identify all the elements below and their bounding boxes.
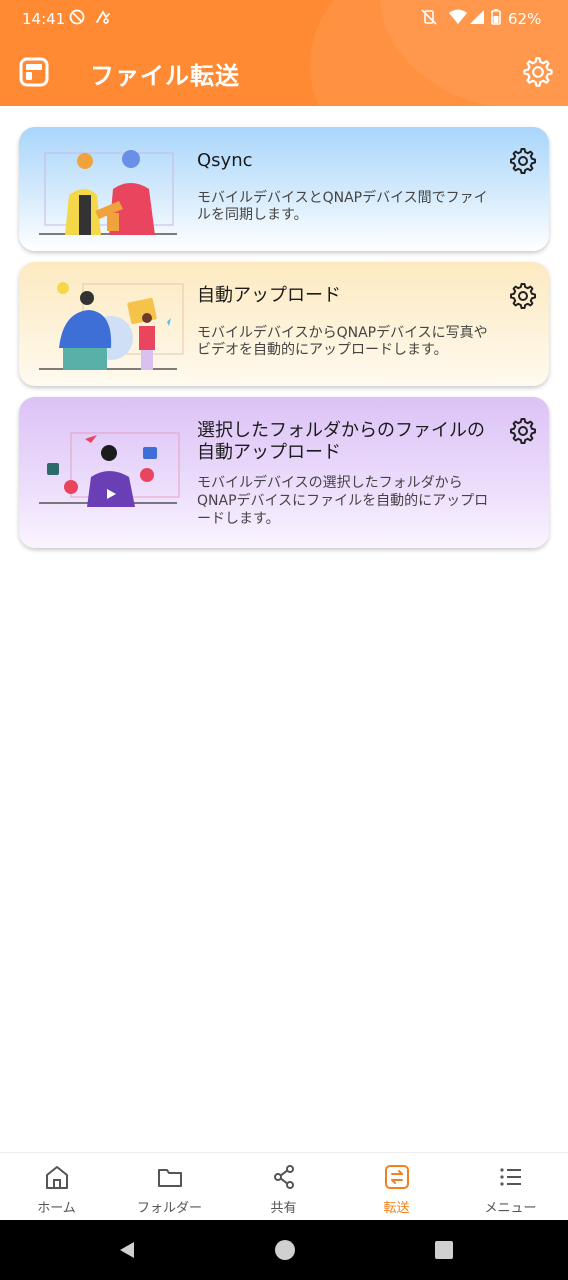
wifi-icon (449, 9, 467, 24)
bottom-navigation: ホーム フォルダー 共有 転送 メニュー (0, 1152, 568, 1220)
auto-upload-description-line2: ビデオを自動的にアップロードします。 (197, 342, 448, 358)
qsync-description-line2: ルを同期します。 (197, 207, 308, 223)
settings-gear-icon[interactable] (522, 56, 554, 88)
auto-upload-description-line1: モバイルデバイスからQNAPデバイスに写真や (197, 325, 488, 341)
nav-share-label: 共有 (270, 1201, 297, 1216)
app-header: 14:41 62% ファイル転送 (0, 0, 568, 106)
nav-folder[interactable]: フォルダー (113, 1153, 226, 1221)
share-icon (274, 1165, 294, 1189)
qsync-description-line1: モバイルデバイスとQNAPデバイス間でファイ (197, 190, 488, 206)
battery-icon (491, 9, 501, 25)
nav-transfer-label: 転送 (383, 1201, 410, 1216)
system-navigation-bar (0, 1220, 568, 1280)
qsync-illustration (39, 150, 177, 235)
nav-home[interactable]: ホーム (0, 1153, 113, 1221)
recents-icon[interactable] (434, 1240, 454, 1260)
battery-percentage: 62% (508, 10, 542, 28)
home-icon (46, 1166, 68, 1189)
qsync-title: Qsync (197, 150, 253, 171)
transfer-icon (385, 1165, 409, 1189)
auto-upload-illustration (39, 282, 184, 370)
auto-upload-title: 自動アップロード (197, 285, 341, 306)
auto-upload-card[interactable]: 自動アップロード モバイルデバイスからQNAPデバイスに写真や ビデオを自動的に… (19, 262, 549, 386)
folder-auto-upload-description-line2: QNAPデバイスにファイルを自動的にアップロ (197, 493, 489, 509)
qsync-card[interactable]: Qsync モバイルデバイスとQNAPデバイス間でファイ ルを同期します。 (19, 127, 549, 251)
status-time: 14:41 (22, 10, 66, 28)
qsync-settings-gear-icon[interactable] (509, 147, 537, 175)
folder-auto-upload-illustration (39, 432, 180, 507)
app-notification-icon (96, 10, 110, 24)
auto-upload-settings-gear-icon[interactable] (509, 282, 537, 310)
nav-share[interactable]: 共有 (227, 1153, 340, 1221)
home-circle-icon[interactable] (274, 1239, 296, 1261)
menu-list-icon (500, 1168, 521, 1186)
signal-icon (470, 10, 484, 24)
folder-auto-upload-description-line3: ードします。 (197, 511, 280, 527)
folder-auto-upload-card[interactable]: 選択したフォルダからのファイルの 自動アップロード モバイルデバイスの選択したフ… (19, 397, 549, 548)
no-disturb-icon (69, 9, 85, 25)
folder-auto-upload-settings-gear-icon[interactable] (509, 417, 537, 445)
back-icon[interactable] (116, 1239, 138, 1261)
status-bar: 14:41 62% (0, 0, 568, 38)
app-drawer-icon[interactable] (18, 56, 50, 88)
nav-folder-label: フォルダー (136, 1201, 202, 1216)
nav-transfer[interactable]: 転送 (340, 1153, 453, 1221)
nav-home-label: ホーム (37, 1201, 76, 1216)
nav-menu-label: メニュー (484, 1201, 537, 1216)
page-title: ファイル転送 (90, 62, 240, 90)
folder-icon (158, 1169, 182, 1187)
folder-auto-upload-description-line1: モバイルデバイスの選択したフォルダから (197, 475, 463, 491)
folder-auto-upload-title-line1: 選択したフォルダからのファイルの (197, 420, 485, 441)
folder-auto-upload-title-line2: 自動アップロード (197, 442, 341, 463)
vibrate-off-icon (421, 9, 437, 25)
nav-menu[interactable]: メニュー (454, 1153, 567, 1221)
